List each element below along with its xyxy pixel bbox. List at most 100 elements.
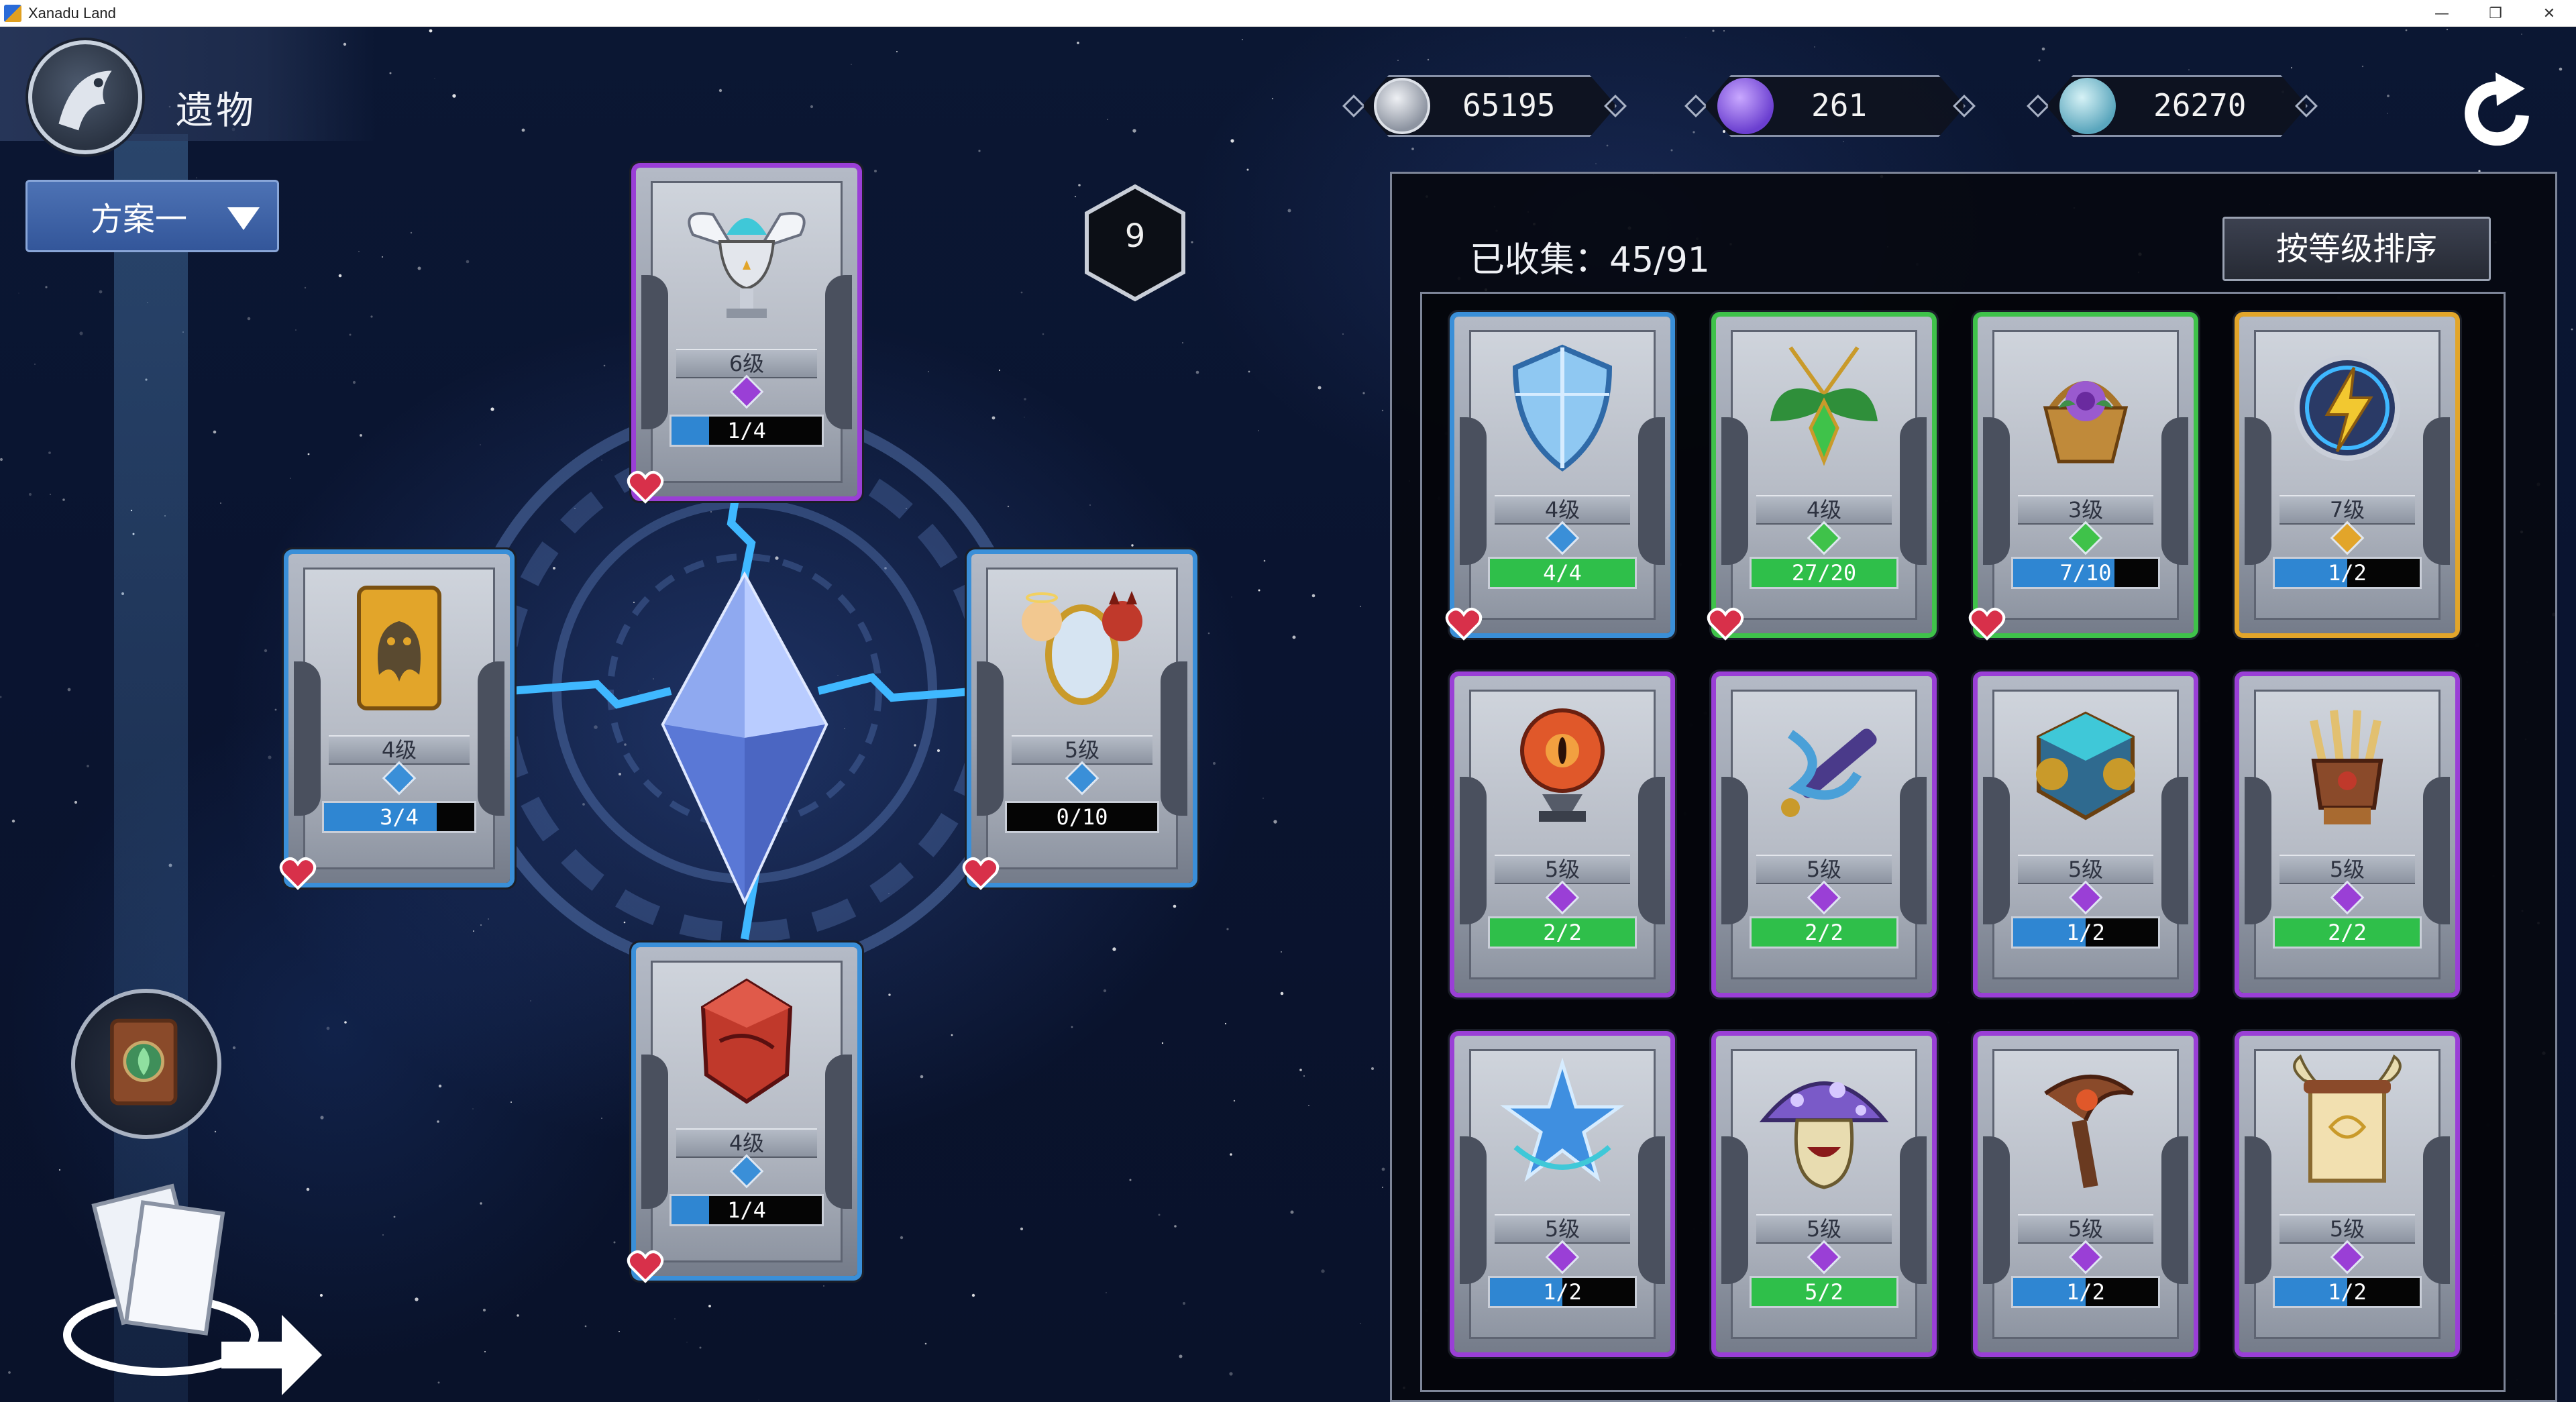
favorite-heart-icon[interactable] <box>627 470 664 504</box>
ice-star-icon <box>1489 1053 1636 1201</box>
relic-level-label: 3级 <box>2018 495 2153 525</box>
relic-card-collection-serpent-flute[interactable]: 5级 2/2 <box>1716 676 1932 993</box>
relic-card-collection-leaf-amulet[interactable]: 4级 27/20 <box>1707 317 1932 641</box>
refresh-arrow-icon[interactable] <box>2455 68 2542 156</box>
collected-count-label: 已收集：45/91 <box>1470 240 1710 280</box>
relic-level-label: 5级 <box>2018 855 2153 884</box>
relic-progress-text: 4/4 <box>1543 560 1582 586</box>
relic-card-collection-claw-gauntlet[interactable]: 5级 2/2 <box>2239 676 2455 993</box>
relic-progress-text: 2/2 <box>2328 920 2367 945</box>
angel-devil-mirror-icon <box>1008 574 1156 722</box>
collection-grid: 4级 4/4 4级 27/20 3级 7/10 7级 1/2 5级 2/2 5级… <box>1420 292 2506 1392</box>
winged-chalice-icon <box>673 188 820 335</box>
relic-progress-bar: 1/2 <box>2273 557 2422 589</box>
relic-progress-bar: 5/2 <box>1750 1276 1898 1308</box>
relic-level-label: 5级 <box>2018 1214 2153 1244</box>
leaf-amulet-icon <box>1750 334 1898 482</box>
relic-level-label: 4级 <box>676 1128 817 1158</box>
purple-spirit-value: 261 <box>1811 87 1868 123</box>
leaf-tome-icon[interactable] <box>71 989 221 1139</box>
relic-progress-text: 2/2 <box>1543 920 1582 945</box>
relic-level-label: 7级 <box>2279 495 2415 525</box>
relic-card-collection-crystal-shield[interactable]: 4级 4/4 <box>1445 317 1670 641</box>
relic-progress-bar: 1/2 <box>2011 1276 2160 1308</box>
page-title: 遗物 <box>176 89 256 133</box>
relic-card-collection-rose-basket[interactable]: 3级 7/10 <box>1968 317 2194 641</box>
claw-gauntlet-icon <box>2273 694 2421 841</box>
teal-spirit-value: 26270 <box>2153 87 2247 123</box>
red-crystal-icon <box>673 967 820 1115</box>
favorite-heart-icon[interactable] <box>962 856 1000 891</box>
relic-progress-text: 7/10 <box>2059 560 2112 586</box>
horned-scroll-icon <box>2273 1053 2421 1201</box>
relic-progress-bar: 0/10 <box>1005 801 1159 833</box>
favorite-heart-icon[interactable] <box>1707 606 1744 641</box>
close-button[interactable]: ✕ <box>2522 0 2576 27</box>
eagle-crest-icon <box>28 40 142 154</box>
relic-card-collection-eye-scythe[interactable]: 5级 1/2 <box>1978 1036 2194 1352</box>
relic-card-collection-horned-scroll[interactable]: 5级 1/2 <box>2239 1036 2455 1352</box>
central-crystal <box>661 571 828 906</box>
relic-card-collection-eye-orb[interactable]: 5级 2/2 <box>1454 676 1670 993</box>
relic-progress-bar: 2/2 <box>2273 916 2422 949</box>
relic-progress-text: 0/10 <box>1056 804 1108 830</box>
relic-progress-bar: 3/4 <box>322 801 476 833</box>
relic-progress-bar: 1/4 <box>669 415 824 447</box>
relic-card-equipped-right[interactable]: 5级 0/10 <box>962 554 1193 890</box>
slot-count-badge: 9 <box>1081 182 1189 303</box>
relic-card-equipped-left[interactable]: 4级 3/4 <box>279 554 510 890</box>
relic-card-collection-mushroom-monster[interactable]: 5级 5/2 <box>1716 1036 1932 1352</box>
minimize-button[interactable]: — <box>2415 0 2469 27</box>
eye-orb-icon <box>1489 694 1636 841</box>
relic-progress-text: 1/2 <box>2328 560 2367 586</box>
relic-progress-text: 27/20 <box>1791 560 1857 586</box>
relic-progress-text: 1/4 <box>727 1197 766 1223</box>
favorite-heart-icon[interactable] <box>279 856 317 891</box>
relic-progress-text: 3/4 <box>380 804 419 830</box>
card-deck-arrow-icon[interactable] <box>54 1167 329 1402</box>
relic-level-label: 4级 <box>1756 495 1892 525</box>
favorite-heart-icon[interactable] <box>1445 606 1483 641</box>
relic-progress-text: 1/2 <box>2066 1279 2105 1305</box>
relic-progress-bar: 1/2 <box>2011 916 2160 949</box>
scheme-dropdown[interactable]: 方案一 <box>25 180 279 252</box>
relic-progress-bar: 4/4 <box>1488 557 1637 589</box>
favorite-heart-icon[interactable] <box>627 1249 664 1284</box>
relic-progress-text: 2/2 <box>1805 920 1843 945</box>
restore-button[interactable]: ❐ <box>2469 0 2522 27</box>
relic-card-collection-lightning-orb[interactable]: 7级 1/2 <box>2239 317 2455 633</box>
relic-progress-text: 1/2 <box>2066 920 2105 945</box>
relic-progress-bar: 1/4 <box>669 1194 824 1226</box>
purple-spirit-icon <box>1717 78 1774 134</box>
relic-level-label: 5级 <box>2279 1214 2415 1244</box>
relic-card-equipped-bottom[interactable]: 4级 1/4 <box>627 947 857 1283</box>
relic-progress-bar: 27/20 <box>1750 557 1898 589</box>
relic-card-collection-gear-cube[interactable]: 5级 1/2 <box>1978 676 2194 993</box>
relic-card-equipped-top[interactable]: 6级 1/4 <box>627 168 857 504</box>
relic-progress-text: 5/2 <box>1805 1279 1843 1305</box>
serpent-flute-icon <box>1750 694 1898 841</box>
relic-progress-text: 1/4 <box>727 418 766 443</box>
relic-level-label: 4级 <box>329 735 470 765</box>
relic-progress-text: 1/2 <box>2328 1279 2367 1305</box>
relic-progress-bar: 1/2 <box>2273 1276 2422 1308</box>
mushroom-monster-icon <box>1750 1053 1898 1201</box>
window-controls: — ❐ ✕ <box>2415 0 2576 27</box>
game-scene: 遗物 方案一 65195 261 26270 9 6级 1/4 4级 3/4 5… <box>0 27 2576 1402</box>
ghost-card-icon <box>325 574 473 722</box>
slot-count-number: 9 <box>1124 217 1146 255</box>
relic-progress-bar: 2/2 <box>1488 916 1637 949</box>
gear-cube-icon <box>2012 694 2159 841</box>
relic-progress-text: 1/2 <box>1543 1279 1582 1305</box>
currency-teal-spirit: 26270 <box>2026 75 2321 137</box>
relic-card-collection-ice-star[interactable]: 5级 1/2 <box>1454 1036 1670 1352</box>
relic-level-label: 6级 <box>676 349 817 378</box>
triangle-down-icon <box>227 207 260 230</box>
relic-progress-bar: 2/2 <box>1750 916 1898 949</box>
relic-level-label: 5级 <box>1012 735 1152 765</box>
collection-panel: 已收集：45/91 按等级排序 4级 4/4 4级 27/20 3级 7/10 … <box>1390 172 2557 1402</box>
sort-by-level-button[interactable]: 按等级排序 <box>2222 217 2491 281</box>
favorite-heart-icon[interactable] <box>1968 606 2006 641</box>
currency-silver-coin: 65195 <box>1342 75 1630 137</box>
eye-scythe-icon <box>2012 1053 2159 1201</box>
